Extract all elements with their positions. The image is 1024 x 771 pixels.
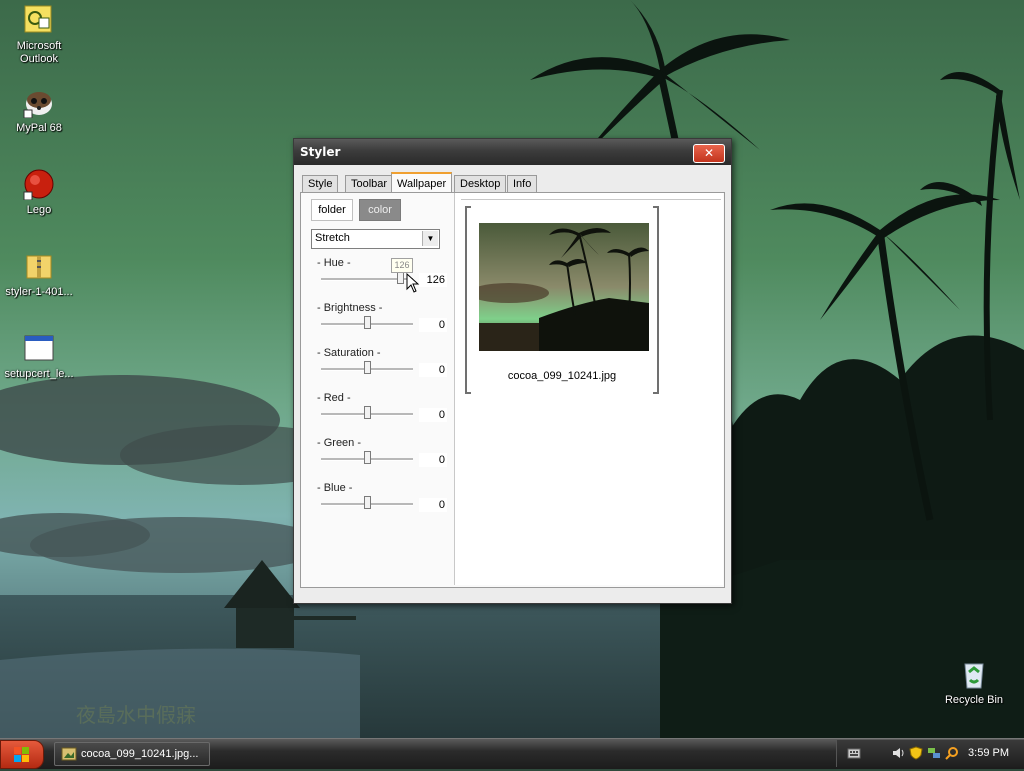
taskbar-item-cocoa[interactable]: cocoa_099_10241.jpg... (54, 742, 210, 766)
saturation-label: - Saturation - (317, 347, 381, 359)
taskbar-item-label: cocoa_099_10241.jpg... (81, 748, 199, 760)
divider (461, 199, 721, 200)
folder-button[interactable]: folder (311, 199, 353, 221)
desktop-icon-label: setupcert_le... (4, 368, 74, 380)
tab-info[interactable]: Info (507, 175, 538, 192)
zip-folder-icon (23, 250, 55, 282)
green-label: - Green - (317, 437, 362, 449)
desktop-icon-outlook[interactable]: Microsoft Outlook (1, 4, 77, 66)
mypal-icon (23, 86, 55, 119)
desktop-icon-label: Microsoft Outlook (16, 40, 62, 65)
taskbar: cocoa_099_10241.jpg... 3:59 PM (0, 738, 1024, 769)
desktop-icon-lego[interactable]: Lego (1, 168, 77, 217)
green-value: 0 (419, 453, 447, 467)
network-icon[interactable] (927, 746, 941, 760)
hue-tooltip: 126 (391, 258, 413, 273)
close-icon: ✕ (703, 146, 715, 160)
blue-slider-thumb[interactable] (363, 496, 371, 509)
search-icon[interactable] (945, 746, 959, 760)
red-value: 0 (419, 408, 447, 422)
tab-toolbar[interactable]: Toolbar (345, 175, 394, 192)
blue-value: 0 (419, 498, 447, 512)
wallpaper-thumbnail[interactable] (479, 223, 649, 351)
blue-label: - Blue - (317, 482, 353, 494)
shield-icon[interactable] (909, 746, 923, 760)
brightness-slider-thumb[interactable] (363, 316, 371, 329)
window-title: Styler (300, 145, 341, 159)
application-window-icon (23, 332, 55, 364)
image-file-icon (61, 747, 77, 761)
saturation-value: 0 (419, 363, 447, 377)
desktop-icon-setupcert[interactable]: setupcert_le... (1, 332, 77, 381)
green-slider-group: - Green - 0 (311, 437, 449, 481)
mouse-cursor-icon (406, 273, 420, 293)
tab-style[interactable]: Style (302, 175, 339, 192)
window-titlebar[interactable]: Styler ✕ (294, 139, 731, 165)
blue-slider-group: - Blue - 0 (311, 482, 449, 526)
recycle-bin-icon (958, 658, 990, 690)
start-button[interactable] (0, 740, 44, 769)
wallpaper-mode-select[interactable]: Stretch ▼ (311, 229, 440, 249)
desktop-icon-label: styler-1-401... (5, 286, 73, 298)
close-button[interactable]: ✕ (693, 144, 725, 163)
wallpaper-preview-area: cocoa_099_10241.jpg (454, 193, 723, 585)
windows-logo-icon (14, 747, 29, 762)
desktop-icon-mypal[interactable]: MyPal 68 (1, 86, 77, 135)
desktop-icon-label: Lego (26, 204, 52, 216)
clock: 3:59 PM (968, 747, 1009, 759)
desktop-icon-label: Recycle Bin (944, 694, 1004, 706)
tab-desktop[interactable]: Desktop (454, 175, 507, 192)
lego-icon (23, 168, 55, 201)
wallpaper-panel: folder color Stretch ▼ - Hue - 126 126 -… (300, 192, 725, 588)
color-button[interactable]: color (359, 199, 401, 221)
preview-frame[interactable]: cocoa_099_10241.jpg (465, 206, 659, 394)
system-tray: 3:59 PM (836, 740, 1024, 767)
hue-label: - Hue - (317, 257, 351, 269)
saturation-slider-group: - Saturation - 0 (311, 347, 449, 391)
saturation-slider-thumb[interactable] (363, 361, 371, 374)
red-slider-group: - Red - 0 (311, 392, 449, 436)
desktop-icon-label: MyPal 68 (16, 122, 62, 134)
keyboard-icon[interactable] (847, 746, 861, 760)
select-value: Stretch (315, 232, 350, 244)
desktop-icon-styler-zip[interactable]: styler-1-401... (1, 250, 77, 299)
speaker-icon[interactable] (891, 746, 905, 760)
outlook-icon (23, 4, 55, 36)
hue-value: 126 (419, 273, 447, 287)
brightness-value: 0 (419, 318, 447, 332)
svg-text:夜島水中假寐: 夜島水中假寐 (76, 703, 196, 727)
green-slider-thumb[interactable] (363, 451, 371, 464)
brightness-slider-group: - Brightness - 0 (311, 302, 449, 346)
red-label: - Red - (317, 392, 351, 404)
frame-bracket-left (465, 206, 471, 394)
red-slider-thumb[interactable] (363, 406, 371, 419)
preview-filename: cocoa_099_10241.jpg (507, 370, 617, 382)
desktop-icon-recycle-bin[interactable]: Recycle Bin (936, 658, 1012, 707)
chevron-down-icon[interactable]: ▼ (422, 231, 438, 246)
hue-slider-group: - Hue - 126 126 (311, 257, 449, 301)
brightness-label: - Brightness - (317, 302, 383, 314)
frame-bracket-right (653, 206, 659, 394)
tab-wallpaper[interactable]: Wallpaper (391, 172, 453, 194)
styler-window[interactable]: Styler ✕ Style Toolbar Wallpaper Desktop… (293, 138, 732, 604)
